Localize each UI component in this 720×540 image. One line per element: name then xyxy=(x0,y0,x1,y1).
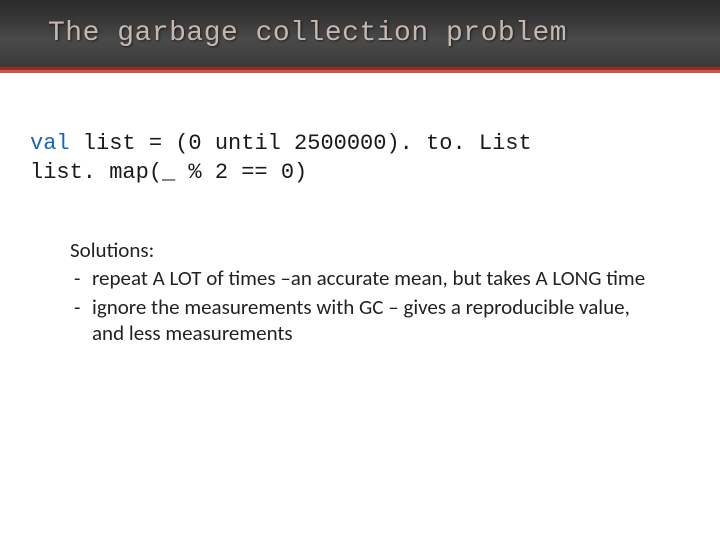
code-block: val list = (0 until 2500000). to. List l… xyxy=(30,130,690,187)
list-item: ignore the measurements with GC – gives … xyxy=(70,294,650,347)
code-line-2: list. map(_ % 2 == 0) xyxy=(30,160,307,185)
code-line-1: list = (0 until 2500000). to. List xyxy=(70,131,532,156)
title-band: The garbage collection problem xyxy=(0,0,720,70)
slide-title: The garbage collection problem xyxy=(48,18,567,49)
code-keyword: val xyxy=(30,131,70,156)
body-block: Solutions: repeat A LOT of times –an acc… xyxy=(70,237,650,346)
bullet-list: repeat A LOT of times –an accurate mean,… xyxy=(70,265,650,346)
body-heading: Solutions: xyxy=(70,237,650,263)
list-item: repeat A LOT of times –an accurate mean,… xyxy=(70,265,650,291)
